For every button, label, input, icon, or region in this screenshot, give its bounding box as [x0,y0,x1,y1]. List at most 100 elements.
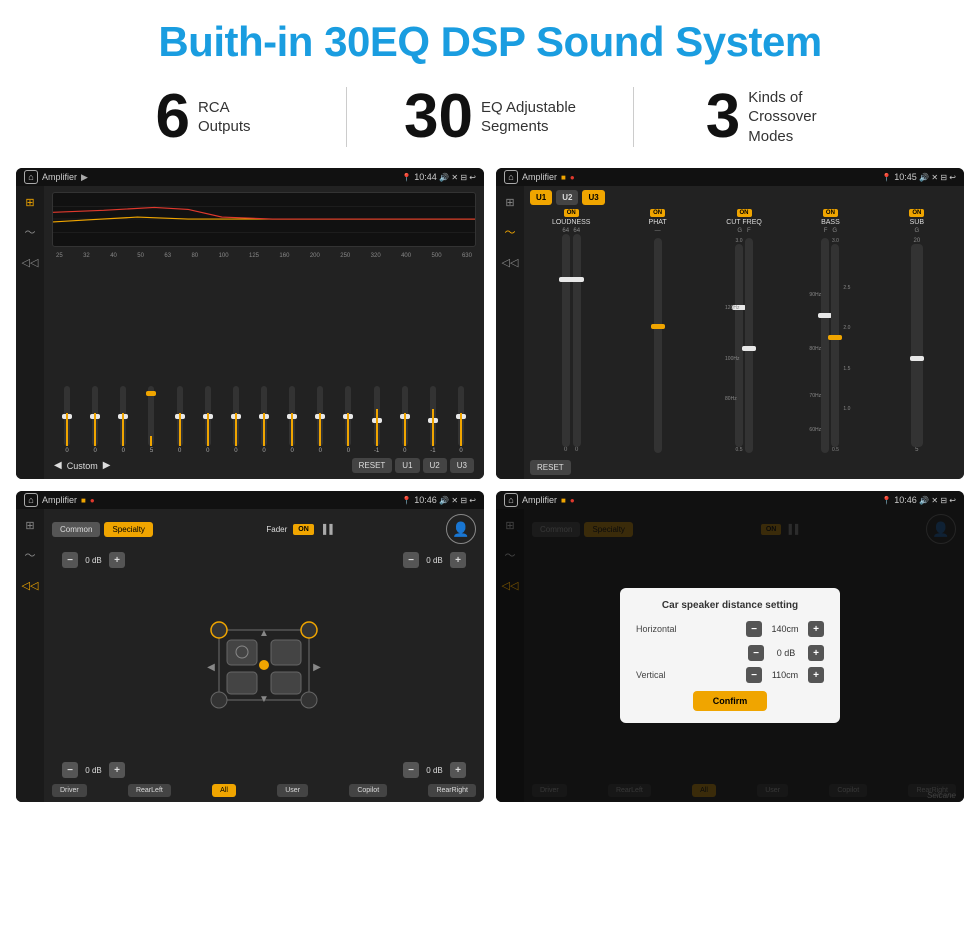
bass-g[interactable]: 2.5 2.0 1.5 1.0 [831,244,839,447]
minus-tl[interactable]: − [62,552,78,568]
eq-track-2[interactable] [120,386,126,446]
fader-on[interactable]: ON [293,524,314,535]
minus-br[interactable]: − [403,762,419,778]
tab-specialty[interactable]: Specialty [104,522,152,537]
plus-tl[interactable]: + [109,552,125,568]
confirm-button[interactable]: Confirm [693,691,768,711]
cutfreq-f[interactable] [745,238,753,453]
eq-slider-4[interactable]: 0 [167,386,193,454]
cutfreq-on[interactable]: ON [737,209,752,217]
db-minus-r[interactable]: − [748,645,764,661]
phat-slider[interactable] [654,238,662,453]
eq-track-6[interactable] [233,386,239,446]
eq-slider-5[interactable]: 0 [195,386,221,454]
eq-slider-1[interactable]: 0 [82,386,108,454]
eq-slider-9[interactable]: 0 [307,386,333,454]
wave-icon-2[interactable]: 〜 [500,222,520,242]
horizontal-plus[interactable]: + [808,621,824,637]
eq-slider-2[interactable]: 0 [110,386,136,454]
eq-sliders: (function(){ const vals = [0,0,0,5,0,0,0… [52,262,476,454]
plus-br[interactable]: + [450,762,466,778]
rear-left-btn[interactable]: RearLeft [128,784,171,797]
eq-icon-3[interactable]: ⊞ [20,515,40,535]
loudness-slider-l[interactable] [562,234,570,447]
speaker-icon-3[interactable]: ◁◁ [20,575,40,595]
copilot-btn[interactable]: Copilot [349,784,387,797]
channel-u3[interactable]: U3 [582,190,604,205]
eq-icon-2[interactable]: ⊞ [500,192,520,212]
eq-slider-13[interactable]: -1 [420,386,446,454]
eq-track-10[interactable] [345,386,351,446]
eq-slider-11[interactable]: -1 [364,386,390,454]
eq-track-7[interactable] [261,386,267,446]
sub-g[interactable] [911,244,923,447]
tab-row-3: Common Specialty Fader ON ▐▐ 👤 [52,514,476,544]
eq-track-3[interactable] [148,386,154,446]
driver-btn[interactable]: Driver [52,784,87,797]
sub-on[interactable]: ON [909,209,924,217]
u1-btn[interactable]: U1 [395,458,419,473]
speaker-icon[interactable]: ◁◁ [20,252,40,272]
minus-tr[interactable]: − [403,552,419,568]
home-icon-2[interactable] [504,170,518,184]
channel-u1[interactable]: U1 [530,190,552,205]
stat-eq: 30 EQ AdjustableSegments [347,86,633,148]
prev-arrow[interactable]: ◀ [54,460,62,471]
eq-track-8[interactable] [289,386,295,446]
user-btn[interactable]: User [277,784,308,797]
rear-right-btn[interactable]: RearRight [428,784,476,797]
eq-track-11[interactable] [374,386,380,446]
speaker-icon-2[interactable]: ◁◁ [500,252,520,272]
eq-slider-0[interactable]: 0 [54,386,80,454]
reset-btn-2[interactable]: RESET [530,460,571,475]
vertical-plus[interactable]: + [808,667,824,683]
eq-slider-3[interactable]: 5 [138,386,164,454]
db-plus-r[interactable]: + [808,645,824,661]
all-btn[interactable]: All [212,784,236,797]
eq-slider-7[interactable]: 0 [251,386,277,454]
eq-slider-8[interactable]: 0 [279,386,305,454]
status-time-3: 📍 10:46 🔊 ✕ ⊟ ↩ [402,495,476,505]
wave-icon[interactable]: 〜 [20,222,40,242]
loudness-on[interactable]: ON [564,209,579,217]
bass-f[interactable]: 90Hz 80Hz 70Hz 60Hz [821,238,829,453]
db-top-right: − 0 dB + [403,552,466,568]
eq-slider-10[interactable]: 0 [335,386,361,454]
eq-track-4[interactable] [177,386,183,446]
home-icon-1[interactable] [24,170,38,184]
page-title: Buith-in 30EQ DSP Sound System [20,18,960,66]
next-arrow[interactable]: ▶ [103,460,111,471]
screen3-content: ⊞ 〜 ◁◁ Common Specialty Fader ON ▐▐ 👤 [16,509,484,802]
tab-common[interactable]: Common [52,522,100,537]
vertical-value: 110cm [766,670,804,680]
u3-btn[interactable]: U3 [450,458,474,473]
bass-on[interactable]: ON [823,209,838,217]
eq-slider-12[interactable]: 0 [392,386,418,454]
channel-u2[interactable]: U2 [556,190,578,205]
u2-btn[interactable]: U2 [423,458,447,473]
horizontal-minus[interactable]: − [746,621,762,637]
eq-track-13[interactable] [430,386,436,446]
wave-icon-3[interactable]: 〜 [20,545,40,565]
minus-bl[interactable]: − [62,762,78,778]
eq-track-5[interactable] [205,386,211,446]
eq-track-1[interactable] [92,386,98,446]
home-icon-3[interactable] [24,493,38,507]
eq-track-14[interactable] [458,386,464,446]
db-bottom-right: − 0 dB + [403,762,466,778]
eq-thumb-3 [146,391,156,396]
home-icon-4[interactable] [504,493,518,507]
eq-track-12[interactable] [402,386,408,446]
plus-bl[interactable]: + [109,762,125,778]
plus-tr[interactable]: + [450,552,466,568]
dialog-overlay: Car speaker distance setting Horizontal … [496,509,964,802]
eq-track-0[interactable] [64,386,70,446]
vertical-minus[interactable]: − [746,667,762,683]
eq-track-9[interactable] [317,386,323,446]
phat-on[interactable]: ON [650,209,665,217]
eq-slider-6[interactable]: 0 [223,386,249,454]
eq-icon[interactable]: ⊞ [20,192,40,212]
loudness-slider-r[interactable] [573,234,581,447]
eq-slider-14[interactable]: 0 [448,386,474,454]
reset-btn[interactable]: RESET [352,458,393,473]
